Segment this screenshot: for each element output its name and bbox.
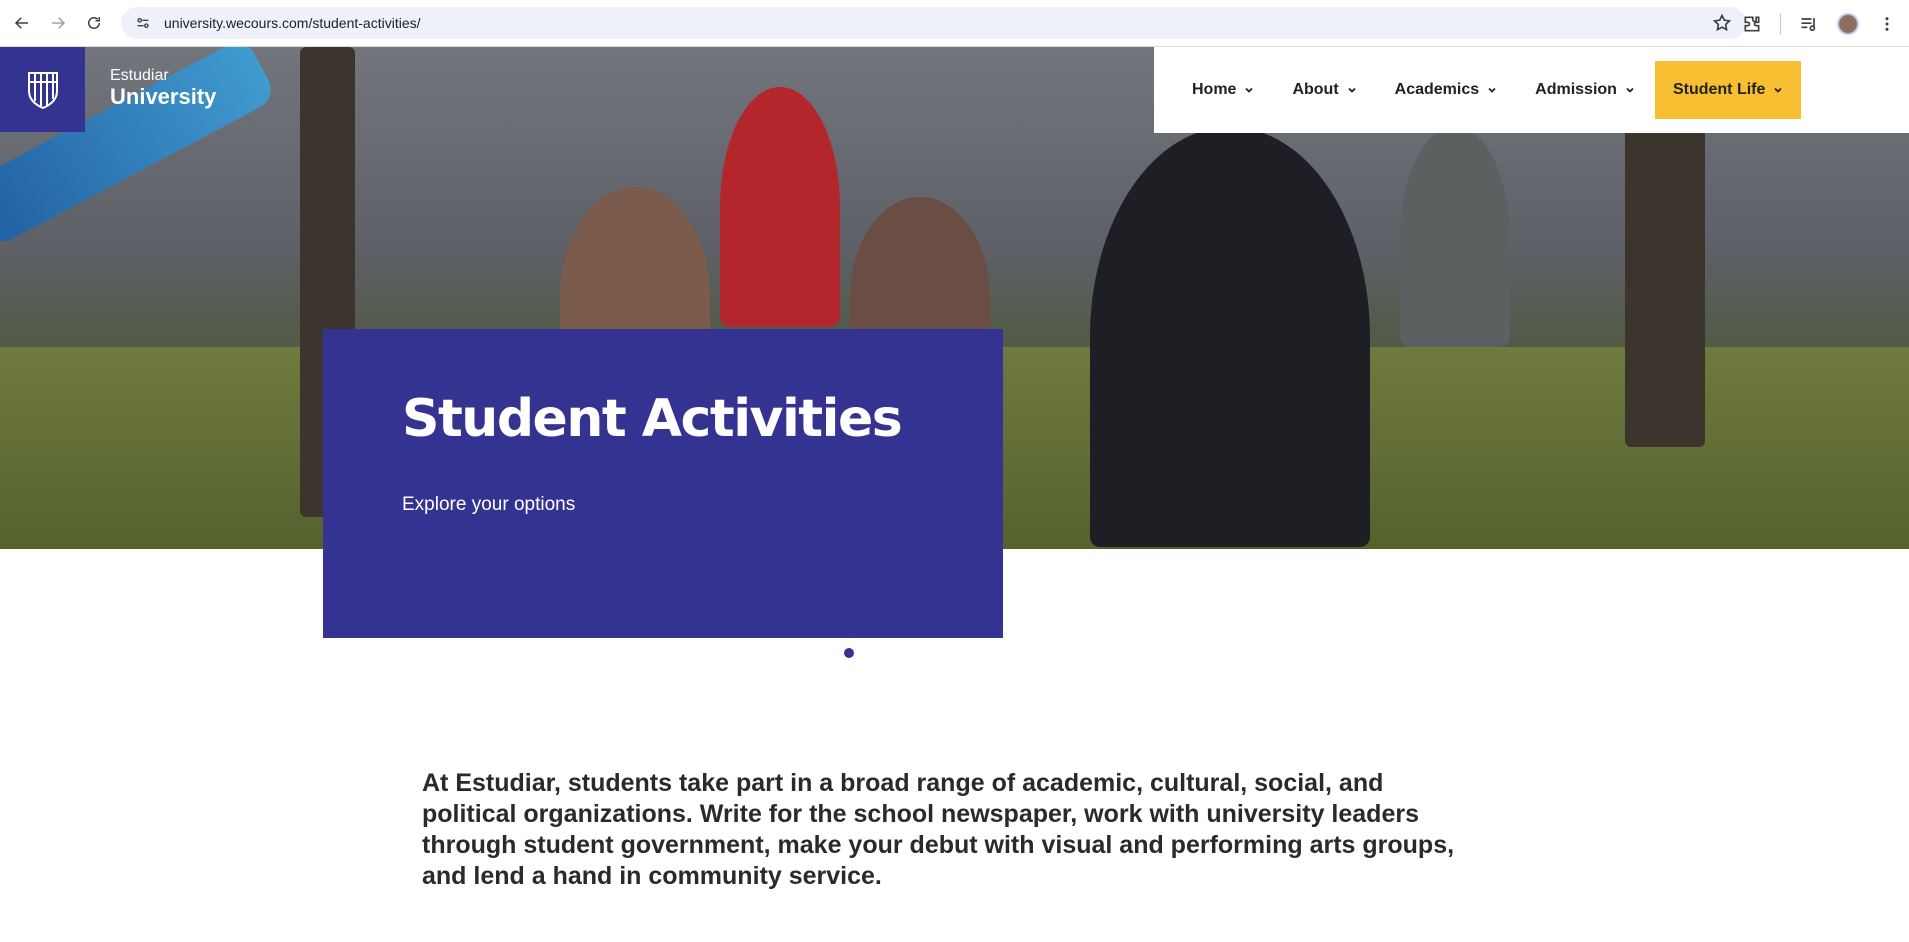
address-bar[interactable]: university.wecours.com/student-activitie… — [121, 7, 1746, 39]
web-page: Estudiar University Home About Academics… — [0, 47, 1909, 942]
profile-avatar[interactable] — [1837, 12, 1859, 35]
nav-item-admission[interactable]: Admission — [1535, 81, 1635, 99]
nav-item-label: Admission — [1535, 81, 1617, 98]
forward-icon[interactable] — [44, 9, 72, 37]
nav-item-label: About — [1292, 81, 1339, 98]
nav-item-label: Student Life — [1672, 81, 1766, 98]
browser-toolbar: university.wecours.com/student-activitie… — [0, 0, 1909, 47]
main-nav: Home About Academics Admission Student L… — [1154, 47, 1909, 133]
reload-icon[interactable] — [80, 9, 108, 37]
toolbar-divider — [1780, 13, 1781, 34]
hero-photo-person — [1400, 127, 1510, 347]
url-text: university.wecours.com/student-activitie… — [164, 15, 421, 31]
chevron-down-icon — [1245, 87, 1254, 93]
nav-item-label: Academics — [1394, 81, 1480, 98]
media-control-icon[interactable] — [1797, 12, 1821, 36]
nav-item-about[interactable]: About — [1292, 81, 1356, 99]
logo-small-text: Estudiar — [110, 67, 169, 84]
menu-icon[interactable] — [1875, 12, 1899, 36]
chevron-down-icon — [1626, 87, 1634, 93]
nav-item-academics[interactable]: Academics — [1395, 81, 1498, 99]
page-subtitle: Explore your options — [402, 494, 576, 515]
hero-photo-tree — [1625, 107, 1705, 447]
university-logo[interactable] — [0, 47, 85, 132]
bookmark-star-icon[interactable] — [1712, 13, 1732, 33]
chevron-down-icon — [1774, 87, 1783, 93]
shield-icon — [27, 71, 58, 109]
nav-item-home[interactable]: Home — [1192, 81, 1254, 99]
intro-paragraph: At Estudiar, students take part in a bro… — [422, 769, 1455, 890]
slider-dot[interactable] — [844, 648, 854, 658]
logo-wordmark[interactable]: Estudiar University — [110, 67, 216, 109]
hero-photo-person — [1090, 127, 1370, 547]
hero-title-card: Student Activities Explore your options — [323, 329, 1003, 638]
page-title: Student Activities — [402, 389, 903, 449]
nav-item-student-life[interactable]: Student Life — [1654, 61, 1802, 119]
hero-photo-person — [720, 87, 840, 327]
extensions-icon[interactable] — [1740, 12, 1764, 36]
chevron-down-icon — [1348, 87, 1356, 93]
nav-item-label: Home — [1192, 81, 1237, 98]
back-icon[interactable] — [8, 9, 36, 37]
logo-big-text: University — [110, 84, 217, 109]
chevron-down-icon — [1488, 87, 1496, 93]
site-info-icon[interactable] — [133, 13, 153, 33]
